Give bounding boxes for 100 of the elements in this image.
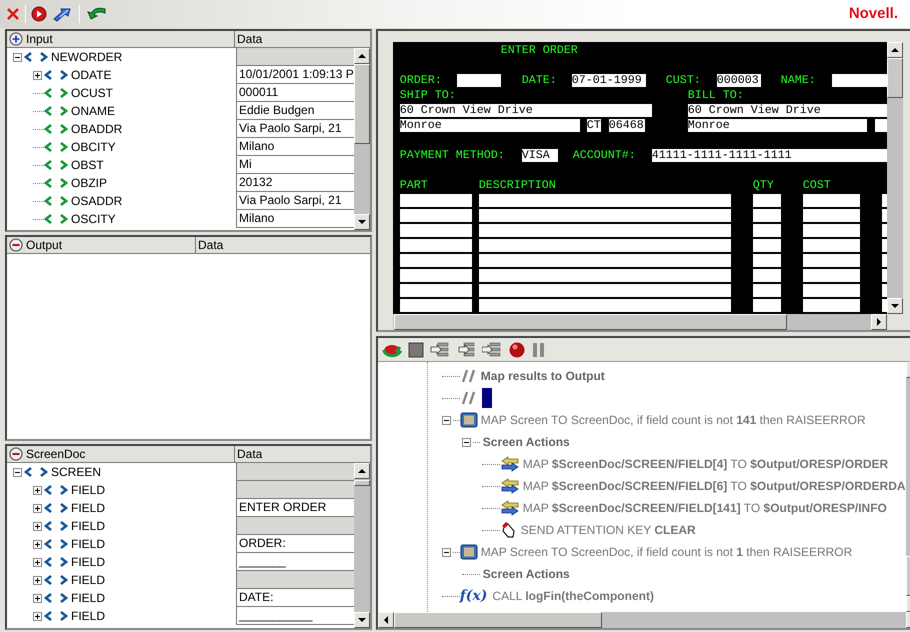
screen-field[interactable]: Monroe [688,119,867,132]
screen-field[interactable]: 07-01-1999 [572,74,646,87]
scroll-up-button[interactable] [354,48,370,64]
expand-toggle[interactable] [33,486,42,494]
screen-field[interactable]: 41111-1111-1111-1111 [652,149,887,162]
node-label[interactable]: SCREEN [51,464,102,480]
vertical-scrollbar[interactable] [354,48,370,230]
screen-field[interactable] [456,74,501,87]
node-label[interactable]: OSCITY [71,212,116,226]
screen-field[interactable] [400,269,472,282]
scrollbar-thumb[interactable] [354,64,370,144]
scroll-up-button[interactable] [886,42,903,58]
horizontal-scrollbar[interactable] [392,314,887,330]
screen-field[interactable]: 60 Crown View Drive [688,104,887,117]
screen-field[interactable]: CT [586,119,601,132]
scroll-down-button[interactable] [354,214,370,230]
action-text[interactable]: Map results to Output [480,368,605,384]
screen-field[interactable] [400,209,472,222]
screen-field[interactable] [478,269,731,282]
screen-field[interactable] [752,224,781,237]
collapse-toggle[interactable] [462,438,471,446]
node-label[interactable]: FIELD [71,500,106,516]
run-icon[interactable] [31,6,47,22]
scroll-right-button[interactable] [870,314,887,330]
vertical-scrollbar[interactable] [886,42,903,314]
expand-toggle[interactable] [33,558,42,566]
expand-toggle[interactable] [33,576,42,584]
close-icon[interactable] [6,7,20,21]
scrollbar-thumb[interactable] [394,314,787,330]
screen-field[interactable] [400,224,472,237]
screen-field[interactable] [752,269,781,282]
collapse-toggle[interactable] [442,548,451,556]
node-label[interactable]: OBADDR [71,122,122,136]
vertical-scrollbar[interactable] [354,463,370,628]
node-label[interactable]: FIELD [71,590,106,606]
scrollbar-thumb[interactable] [354,480,370,486]
node-label[interactable]: FIELD [71,608,106,624]
node-label[interactable]: ONAME [71,104,116,118]
screen-field[interactable] [400,239,472,252]
expand-toggle[interactable] [33,612,42,620]
screen-field[interactable] [400,254,472,267]
screen-field[interactable]: 000003 [716,74,761,87]
selected-comment-field[interactable] [482,388,492,408]
scrollbar-thumb[interactable] [394,612,602,628]
collapse-toggle[interactable] [13,468,22,476]
step-over-icon[interactable] [456,340,476,358]
screen-field[interactable] [478,224,731,237]
action-text[interactable]: MAP Screen TO ScreenDoc, if field count is not 141 then RAISEERROR [480,412,866,428]
minus-circle-icon[interactable] [9,238,23,252]
node-label[interactable]: FIELD [71,518,106,534]
scroll-down-button[interactable] [354,612,370,628]
node-label[interactable]: FIELD [71,572,106,588]
screen-field[interactable] [478,194,731,207]
step-into-icon[interactable] [430,340,450,358]
action-text[interactable]: MAP $ScreenDoc/SCREEN/FIELD[141] TO $Output/ORESP/INFO [522,500,887,516]
screen-field[interactable] [752,209,781,222]
screen-field[interactable] [400,194,472,207]
back-arrow-icon[interactable] [85,6,107,22]
node-label[interactable]: OBZIP [71,176,108,190]
screen-field[interactable]: VISA [522,149,558,162]
action-text[interactable]: MAP $ScreenDoc/SCREEN/FIELD[6] TO $Output/ORESP/ORDERDA [522,478,906,494]
node-label[interactable]: OCUST [71,86,113,100]
screen-field[interactable] [478,239,731,252]
screen-field[interactable]: 60 Crown View Drive [400,104,652,117]
action-text[interactable]: MAP $ScreenDoc/SCREEN/FIELD[4] TO $Output/ORESP/ORDER [522,456,888,472]
action-text[interactable]: Screen Actions [482,434,570,450]
screen-field[interactable] [832,74,887,87]
expand-toggle[interactable] [33,540,42,548]
screen-field[interactable] [802,194,860,207]
screen-field[interactable] [802,299,860,312]
screen-field[interactable] [802,224,860,237]
screen-field[interactable] [752,239,781,252]
node-label[interactable]: ODATE [71,68,112,82]
screen-field[interactable] [802,239,860,252]
stop-icon[interactable] [408,342,424,358]
action-text[interactable]: Screen Actions [482,566,570,582]
screen-field[interactable] [802,209,860,222]
action-text[interactable]: CALL logFin(theComponent) [492,588,654,604]
screen-field[interactable] [400,284,472,297]
node-label[interactable]: FIELD [71,536,106,552]
scroll-left-button[interactable] [378,612,394,628]
node-label[interactable]: NEWORDER [51,50,122,64]
screen-field[interactable] [802,284,860,297]
minus-circle-icon[interactable] [9,447,23,461]
expand-toggle[interactable] [33,522,42,530]
screen-field[interactable] [478,284,731,297]
screen-field[interactable]: Monroe [400,119,580,132]
pause-icon[interactable] [532,342,546,358]
screen-field[interactable] [752,194,781,207]
node-label[interactable]: FIELD [71,554,106,570]
screen-field[interactable] [478,299,731,312]
screen-field[interactable] [802,269,860,282]
node-label[interactable]: FIELD [71,482,106,498]
collapse-toggle[interactable] [13,52,22,62]
expand-toggle[interactable] [33,594,42,602]
expand-toggle[interactable] [33,504,42,512]
plus-circle-icon[interactable] [9,32,23,46]
action-text[interactable]: MAP Screen TO ScreenDoc, if field count is not 1 then RAISEERROR [480,544,852,560]
expand-toggle[interactable] [33,70,42,80]
scroll-up-button[interactable] [354,463,370,479]
